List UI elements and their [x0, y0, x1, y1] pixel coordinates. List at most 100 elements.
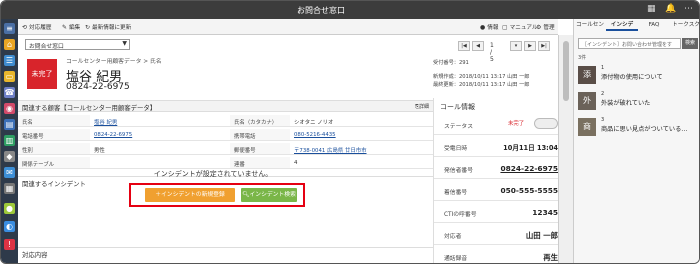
field-value[interactable]: 080-5216-4435 [290, 129, 433, 141]
field-label: 性別 [18, 143, 90, 155]
chat-icon[interactable]: ● [4, 203, 15, 214]
call-row: 発信者番号 0824-22-6975 [434, 158, 560, 179]
edit-button[interactable]: ✎ 編集 [62, 23, 80, 31]
left-nav: ≡ ⌂ ☰ ▭ ☎ ◉ ▤ ▥ ◆ ✉ ▦ ● ◐ ! [1, 19, 18, 263]
window-title: お問合せ窓口 [297, 6, 345, 15]
app-window: お問合せ窓口 ▦ 🔔 ⋯ ≡ ⌂ ☰ ▭ ☎ ◉ ▤ ▥ ◆ ✉ ▦ ● ◐ !… [0, 0, 700, 264]
faq-number: 3 [601, 117, 605, 123]
list-item[interactable]: 添 1 添付物の使用について [574, 64, 699, 90]
faq-title: 外装が破れていた [601, 100, 651, 107]
faq-thumbnail: 外 [578, 92, 596, 110]
faq-title: 添付物の使用について [601, 74, 663, 81]
history-button[interactable]: ⟲ 対応履歴 [22, 23, 51, 31]
field-value[interactable]: 0824-22-6975 [90, 129, 230, 141]
field-label: 連番 [230, 157, 290, 169]
gear-icon: ⚙ [536, 24, 542, 31]
manual-button[interactable]: ▢ マニュアル [502, 23, 537, 31]
info-label: 情報 [487, 25, 499, 31]
call-row: ステータス 未完了 [434, 114, 560, 135]
tab-talkscript[interactable]: トークスク [670, 19, 699, 31]
record-phone: 0824-22-6975 [66, 82, 130, 92]
edit-label: 編集 [69, 25, 81, 31]
alert-icon[interactable]: ! [4, 239, 15, 250]
toolbar: ⟲ 対応履歴 ✎ 編集 ↻ 最新情報に更新 ● 情報 ▢ マニュアル ⚙ 管理 [18, 19, 558, 35]
last-page-button[interactable]: ▶| [538, 41, 550, 51]
call-row-value[interactable]: 0824-22-6975 [500, 164, 558, 173]
response-section-title: 対応内容 [22, 251, 48, 259]
first-page-button[interactable]: |◀ [458, 41, 470, 51]
call-row: 通話録音 再生 [434, 246, 560, 263]
call-row-value: 050-555-5555 [500, 186, 558, 195]
new-incident-label: ＋インシデントの新規登録 [155, 192, 225, 198]
field-value[interactable]: 塩谷 紀男 [90, 115, 230, 127]
detail-link[interactable]: ⎘詳細 [415, 103, 429, 110]
headset-icon[interactable]: ◉ [4, 103, 15, 114]
tag-icon[interactable]: ◆ [4, 151, 15, 162]
call-row: 着信番号 050-555-5555 [434, 180, 560, 201]
prev-page-button[interactable]: ◀ [472, 41, 484, 51]
incident-section-title: 関連するインシデント [22, 180, 86, 188]
tab-incident[interactable]: インシデ [606, 19, 638, 31]
tab-faq[interactable]: FAQ [638, 19, 670, 31]
grid-icon[interactable]: ▦ [647, 4, 656, 14]
faq-number: 1 [601, 65, 605, 71]
refresh-button[interactable]: ↻ 最新情報に更新 [85, 23, 131, 31]
dropdown-icon[interactable]: ▾ [510, 41, 522, 51]
bulb-icon: ● [480, 24, 486, 31]
created-info: 新規作成：2018/10/11 13:17 山田 一郎 [433, 74, 530, 80]
new-incident-button[interactable]: ＋インシデントの新規登録 [145, 188, 235, 202]
folder-icon[interactable]: ▭ [4, 71, 15, 82]
call-row-label: 着信番号 [444, 190, 468, 196]
list-icon[interactable]: ☰ [4, 55, 15, 66]
menu-icon[interactable]: ≡ [4, 23, 15, 34]
status-toggle[interactable] [534, 118, 558, 129]
call-row: 受電日時 10月11日 13:04 [434, 136, 560, 157]
call-status-value: 未完了 [508, 121, 525, 127]
faq-thumbnail: 商 [578, 118, 596, 136]
phone-icon[interactable]: ☎ [4, 87, 15, 98]
field-label: 携帯電話 [230, 129, 290, 141]
list-item[interactable]: 外 2 外装が破れていた [574, 90, 699, 116]
scrollbar[interactable] [558, 35, 573, 263]
search-button[interactable]: 検索 [682, 38, 698, 49]
doc-icon[interactable]: ▥ [4, 135, 15, 146]
search-input[interactable]: ［インシデント］お問い合わせ管理をす [578, 38, 681, 49]
call-row-value: 山田 一郎 [525, 231, 558, 240]
call-row-value: 12345 [532, 208, 558, 217]
field-value[interactable]: 〒738-0041 広島県 廿日市市 [290, 143, 433, 155]
list-item[interactable]: 商 3 商品に思い見点がついている… [574, 116, 699, 142]
next-page-button[interactable]: ▶ [524, 41, 536, 51]
bell-icon[interactable]: 🔔 [665, 4, 676, 14]
field-value: 4 [290, 157, 433, 169]
message-icon[interactable]: ◐ [4, 221, 15, 232]
call-row-label: 発信者番号 [444, 168, 473, 174]
receipt-number: 受付番号：291 [433, 60, 469, 66]
pencil-icon: ✎ [62, 24, 68, 31]
info-button[interactable]: ● 情報 [480, 23, 498, 31]
history-label: 対応履歴 [29, 25, 52, 31]
chart-icon[interactable]: ▤ [4, 119, 15, 130]
call-row-label: CTIの呼番号 [444, 212, 477, 218]
calendar-icon[interactable]: ▦ [4, 183, 15, 194]
field-label: 電話番号 [18, 129, 90, 141]
home-icon[interactable]: ⌂ [4, 39, 15, 50]
more-icon[interactable]: ⋯ [684, 4, 693, 14]
response-section-header: 対応内容 [18, 247, 433, 259]
call-row-value: 10月11日 13:04 [503, 144, 558, 152]
manage-button[interactable]: ⚙ 管理 [536, 23, 555, 31]
tab-callcenter[interactable]: コールセン [574, 19, 606, 31]
form-select[interactable]: お問合せ窓口 ▼ [25, 39, 130, 50]
scrollbar-thumb[interactable] [563, 41, 569, 101]
chevron-down-icon: ▼ [122, 40, 127, 47]
field-value [90, 157, 230, 169]
detail-label: 詳細 [418, 104, 429, 110]
status-badge: 未完了 [27, 59, 57, 89]
book-icon: ▢ [502, 24, 508, 31]
form-select-value: お問合せ窓口 [29, 44, 64, 50]
search-incident-button[interactable]: 🔍︎インシデント検索 [241, 188, 297, 202]
refresh-label: 最新情報に更新 [92, 25, 132, 31]
play-recording-button[interactable]: 再生 [543, 252, 558, 263]
faq-number: 2 [601, 91, 605, 97]
call-row-label: 対応者 [444, 234, 462, 240]
call-row: CTIの呼番号 12345 [434, 202, 560, 223]
